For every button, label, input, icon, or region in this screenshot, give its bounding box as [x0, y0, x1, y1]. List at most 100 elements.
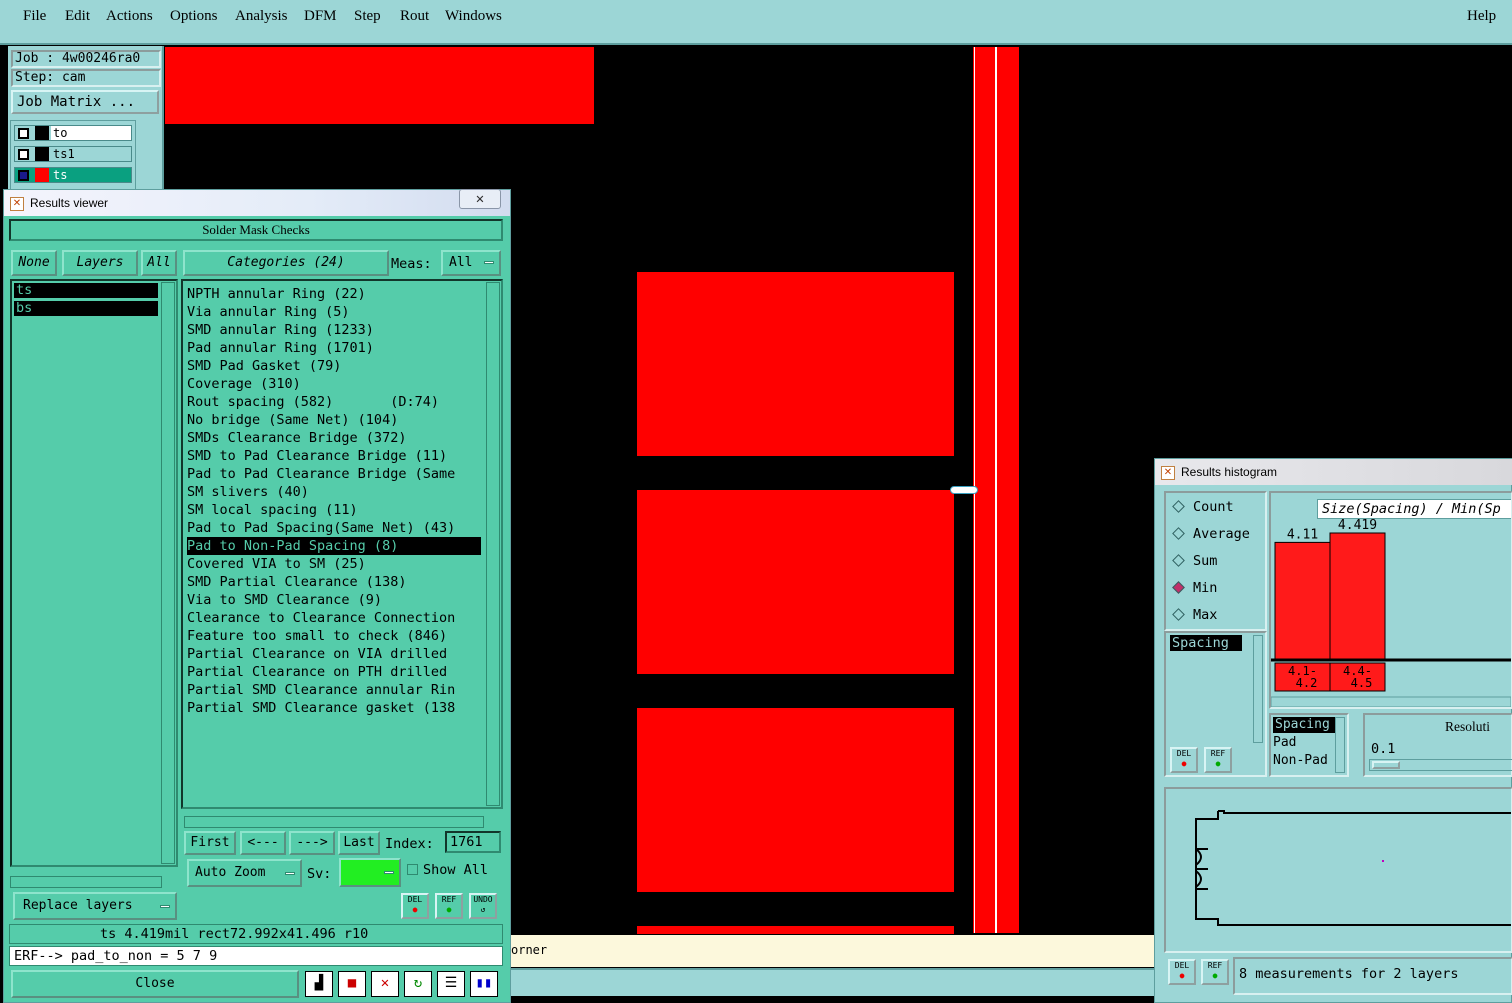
- category-item[interactable]: NPTH annular Ring (22): [187, 285, 481, 303]
- next-button[interactable]: --->: [289, 831, 335, 855]
- category-item[interactable]: Pad annular Ring (1701): [187, 339, 481, 357]
- del-icon[interactable]: DEL ●: [1168, 959, 1196, 985]
- category-item[interactable]: SMDs Clearance Bridge (372): [187, 429, 481, 447]
- filter-pad[interactable]: Pad: [1273, 735, 1296, 750]
- menu-analysis[interactable]: Analysis: [235, 8, 288, 25]
- slider-handle[interactable]: [1372, 761, 1400, 769]
- measure-scrollbar[interactable]: [1253, 635, 1263, 743]
- category-item[interactable]: SM slivers (40): [187, 483, 481, 501]
- ref-icon[interactable]: REF ●: [1201, 959, 1229, 985]
- menu-options[interactable]: Options: [170, 8, 218, 25]
- first-button[interactable]: First: [184, 831, 236, 855]
- auto-zoom-dropdown[interactable]: Auto Zoom: [187, 859, 302, 887]
- category-item[interactable]: Partial Clearance on PTH drilled: [187, 663, 481, 681]
- close-button[interactable]: Close: [11, 970, 299, 998]
- ref-icon[interactable]: REF ●: [1204, 747, 1232, 773]
- ref-icon[interactable]: REF ●: [435, 893, 463, 919]
- meas-dropdown[interactable]: All: [441, 250, 501, 276]
- layer-row-ts1[interactable]: ts1: [14, 146, 132, 162]
- histogram-tool-icon[interactable]: ▮▮: [470, 971, 498, 997]
- spacing-item[interactable]: Spacing: [1170, 635, 1242, 651]
- close-icon[interactable]: ✕: [459, 189, 501, 209]
- menu-file[interactable]: File: [23, 8, 46, 25]
- window-title: Results histogram: [1181, 465, 1278, 479]
- replace-layers-dropdown[interactable]: Replace layers: [13, 892, 177, 920]
- layers-button[interactable]: Layers: [62, 250, 138, 276]
- layer-item-ts[interactable]: ts: [14, 283, 158, 298]
- highlight-tool-icon[interactable]: ■: [338, 971, 366, 997]
- menu-dfm[interactable]: DFM: [304, 8, 337, 25]
- none-button[interactable]: None: [11, 250, 57, 276]
- last-button[interactable]: Last: [338, 831, 380, 855]
- category-item[interactable]: Partial Clearance on VIA drilled: [187, 645, 481, 663]
- report-tool-icon[interactable]: ☰: [437, 971, 465, 997]
- category-item[interactable]: Rout spacing (582) (D:74): [187, 393, 481, 411]
- category-item[interactable]: No bridge (Same Net) (104): [187, 411, 481, 429]
- layers-scrollbar[interactable]: [161, 282, 175, 864]
- filter-non-pad[interactable]: Non-Pad: [1273, 753, 1328, 768]
- canvas-pad: [637, 490, 954, 674]
- filter-scrollbar[interactable]: [1335, 717, 1345, 773]
- category-item[interactable]: Coverage (310): [187, 375, 481, 393]
- menu-step[interactable]: Step: [354, 8, 381, 25]
- del-icon[interactable]: DEL ●: [1170, 747, 1198, 773]
- layer-color-swatch: [35, 126, 49, 140]
- mode-max[interactable]: Max: [1172, 607, 1217, 623]
- category-item[interactable]: SMD annular Ring (1233): [187, 321, 481, 339]
- mode-average[interactable]: Average: [1172, 526, 1250, 542]
- all-button[interactable]: All: [141, 250, 177, 276]
- show-all-checkbox[interactable]: [407, 864, 418, 875]
- menu-actions[interactable]: Actions: [106, 8, 153, 25]
- category-item[interactable]: Via annular Ring (5): [187, 303, 481, 321]
- category-item[interactable]: Pad to Pad Spacing(Same Net) (43): [187, 519, 481, 537]
- layers-hscrollbar[interactable]: [10, 876, 162, 888]
- results-viewer-titlebar[interactable]: ✕ Results viewer: [4, 190, 510, 216]
- prev-button[interactable]: <---: [240, 831, 286, 855]
- index-input[interactable]: 1761: [445, 831, 501, 853]
- category-item[interactable]: SM local spacing (11): [187, 501, 481, 519]
- zoom-tool-icon[interactable]: ▟: [305, 971, 333, 997]
- menu-windows[interactable]: Windows: [445, 8, 502, 25]
- menu-edit[interactable]: Edit: [65, 8, 90, 25]
- category-item[interactable]: Clearance to Clearance Connection: [187, 609, 481, 627]
- layer-checkbox[interactable]: [18, 170, 29, 181]
- del-icon[interactable]: DEL ●: [401, 893, 429, 919]
- category-item[interactable]: Via to SMD Clearance (9): [187, 591, 481, 609]
- categories-hscrollbar[interactable]: [184, 816, 484, 828]
- job-matrix-button[interactable]: Job Matrix ...: [11, 90, 159, 114]
- category-item[interactable]: Covered VIA to SM (25): [187, 555, 481, 573]
- category-item[interactable]: Partial SMD Clearance gasket (138: [187, 699, 481, 717]
- severity-dropdown[interactable]: [339, 858, 401, 887]
- mode-sum[interactable]: Sum: [1172, 553, 1217, 569]
- categories-scrollbar[interactable]: [486, 282, 500, 806]
- layer-checkbox[interactable]: [18, 149, 29, 160]
- category-item[interactable]: Pad to Non-Pad Spacing (8): [187, 537, 481, 555]
- category-item[interactable]: SMD to Pad Clearance Bridge (11): [187, 447, 481, 465]
- histogram-bar[interactable]: [1329, 532, 1386, 660]
- menu-rout[interactable]: Rout: [400, 8, 429, 25]
- category-item[interactable]: SMD Pad Gasket (79): [187, 357, 481, 375]
- chart-hscrollbar[interactable]: [1271, 696, 1511, 707]
- resolution-slider[interactable]: [1369, 759, 1512, 771]
- menu-bar: File Edit Actions Options Analysis DFM S…: [0, 0, 1512, 45]
- filter-spacing[interactable]: Spacing: [1273, 717, 1335, 733]
- category-item[interactable]: Partial SMD Clearance annular Rin: [187, 681, 481, 699]
- categories-button[interactable]: Categories (24): [183, 250, 389, 276]
- erase-tool-icon[interactable]: ✕: [371, 971, 399, 997]
- canvas-footer: [505, 968, 1155, 996]
- histogram-bar[interactable]: [1274, 541, 1331, 660]
- reload-tool-icon[interactable]: ↻: [404, 971, 432, 997]
- layer-row-ts[interactable]: ts: [14, 167, 132, 183]
- layer-checkbox[interactable]: [18, 128, 29, 139]
- mode-min[interactable]: Min: [1172, 580, 1217, 596]
- category-item[interactable]: Pad to Pad Clearance Bridge (Same: [187, 465, 481, 483]
- mode-count[interactable]: Count: [1172, 499, 1234, 515]
- layer-item-bs[interactable]: bs: [14, 301, 158, 316]
- category-item[interactable]: SMD Partial Clearance (138): [187, 573, 481, 591]
- undo-icon[interactable]: UNDO ↺: [469, 893, 497, 919]
- canvas-pad: [637, 272, 954, 456]
- menu-help[interactable]: Help: [1467, 8, 1496, 25]
- layer-row-to[interactable]: to: [14, 125, 132, 141]
- category-item[interactable]: Feature too small to check (846): [187, 627, 481, 645]
- histogram-titlebar[interactable]: ✕ Results histogram: [1155, 459, 1512, 485]
